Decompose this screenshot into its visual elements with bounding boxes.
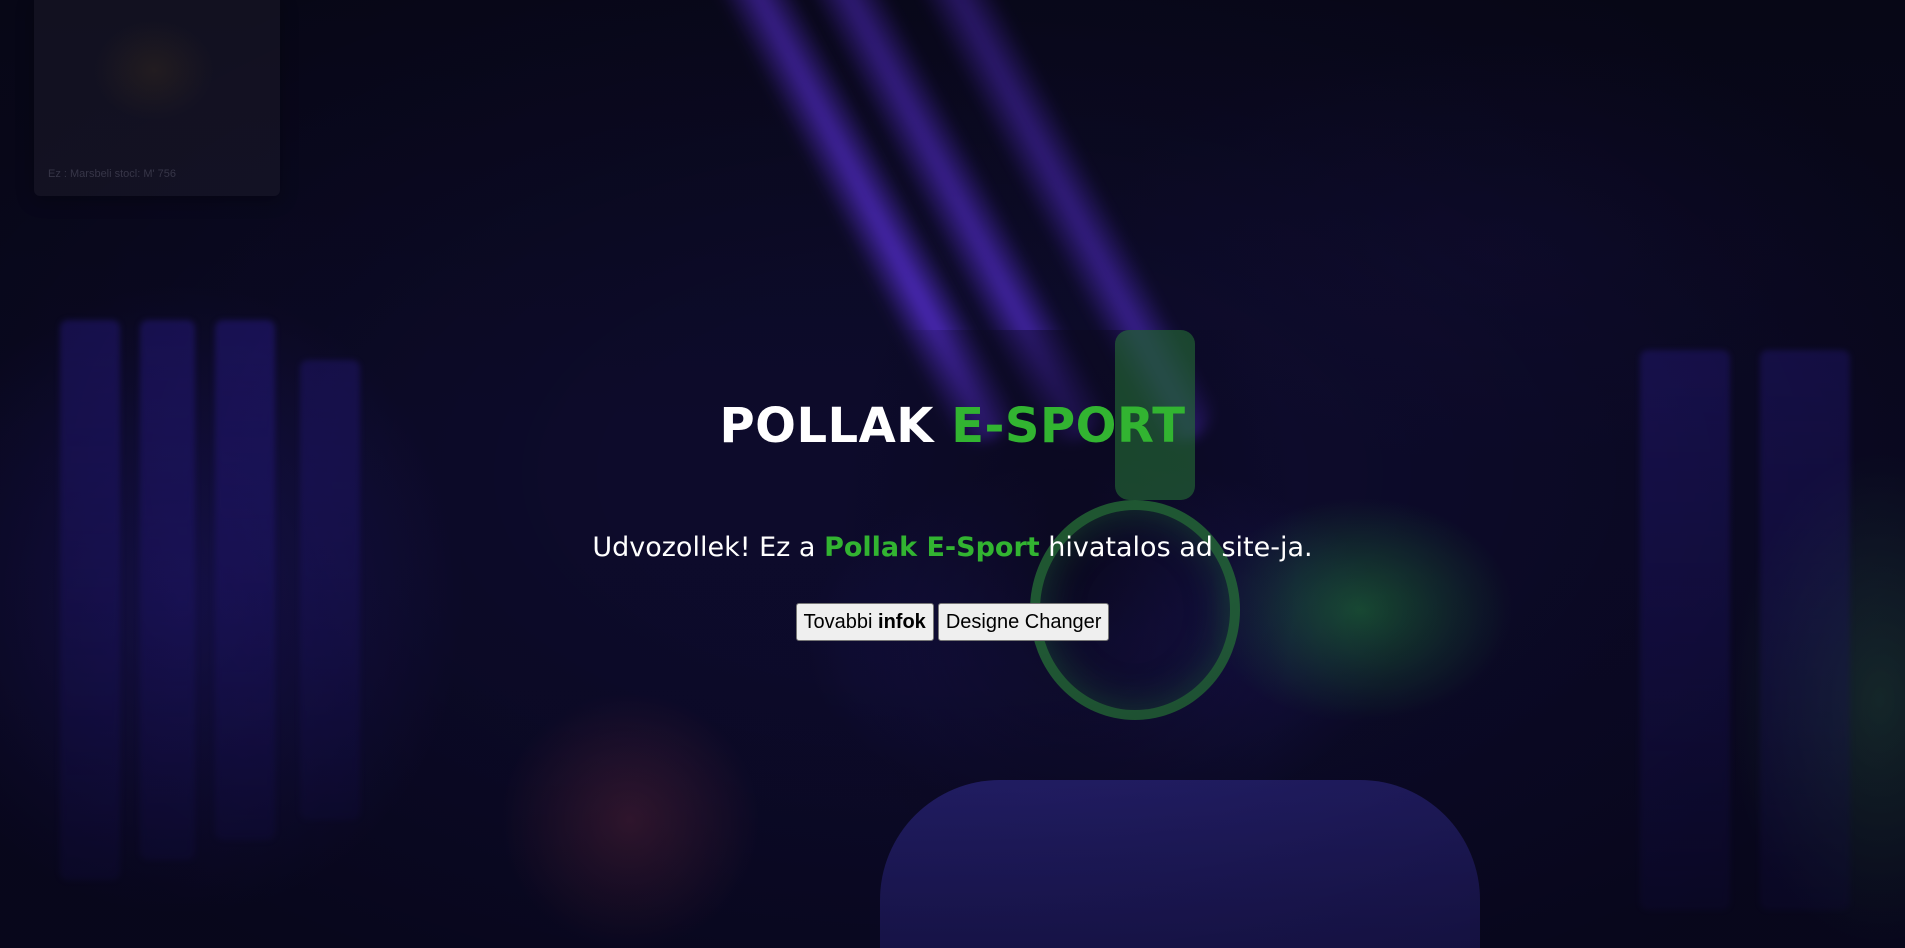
gamer-hands: [500, 690, 760, 948]
faded-preview-thumbnail: [94, 20, 214, 120]
page-title: POLLAK E-SPORT: [0, 390, 1905, 462]
title-esport: E-SPORT: [951, 398, 1186, 454]
welcome-highlight: Pollak E-Sport: [824, 532, 1040, 563]
design-changer-button[interactable]: Designe Changer: [937, 603, 1110, 641]
faded-preview-card: Ez : Marsbeli stocl: M' 756: [34, 0, 280, 196]
faded-preview-caption: Ez : Marsbeli stocl: M' 756: [48, 168, 177, 180]
hero-background: Ez : Marsbeli stocl: M' 756 POLLAK E-SPO…: [0, 0, 1905, 948]
welcome-prefix: Udvozollek! Ez a: [592, 532, 816, 563]
hero-buttons: Tovabbi infok Designe Changer: [0, 603, 1905, 641]
more-info-button[interactable]: Tovabbi infok: [795, 603, 934, 641]
gamer-hoodie: [880, 780, 1480, 948]
title-pollak: POLLAK: [719, 398, 934, 454]
welcome-suffix: hivatalos ad site-ja.: [1048, 532, 1313, 563]
hero-section: POLLAK E-SPORT: [0, 390, 1905, 462]
more-info-prefix: Tovabbi: [803, 611, 873, 633]
more-info-bold: infok: [878, 611, 926, 633]
welcome-text: Udvozollek! Ez a Pollak E-Sport hivatalo…: [0, 532, 1905, 563]
